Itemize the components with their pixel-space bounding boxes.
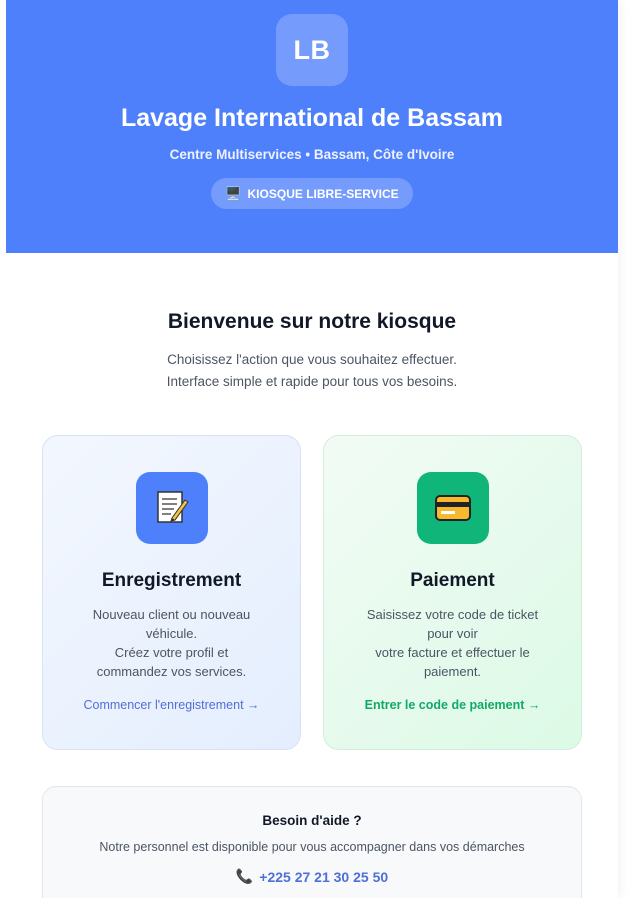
registration-title: Enregistrement	[101, 570, 242, 591]
business-subtitle: Centre Multiservices • Bassam, Côte d'Iv…	[169, 147, 455, 162]
registration-description: Nouveau client ou nouveau véhicule. Crée…	[43, 605, 300, 681]
phone-contact[interactable]: 📞 +225 27 21 30 25 50	[236, 868, 388, 885]
business-title: Lavage International de Bassam	[120, 104, 504, 132]
memo-icon	[135, 472, 208, 544]
kiosk-badge-label: KIOSQUE LIBRE-SERVICE	[247, 186, 399, 201]
header-banner: LB Lavage International de Bassam Centre…	[6, 0, 618, 253]
welcome-text: Choisissez l'action que vous souhaitez e…	[6, 349, 618, 393]
enter-payment-code-link[interactable]: Entrer le code de paiement →	[324, 698, 581, 712]
registration-desc-line: commandez vos services.	[96, 664, 247, 679]
help-box: Besoin d'aide ? Notre personnel est disp…	[42, 786, 582, 898]
welcome-heading: Bienvenue sur notre kiosque	[167, 310, 457, 333]
kiosk-page: LB Lavage International de Bassam Centre…	[6, 0, 618, 898]
monitor-icon: 🖥️	[225, 185, 242, 201]
kiosk-badge: 🖥️ KIOSQUE LIBRE-SERVICE	[211, 178, 413, 209]
telephone-icon: 📞	[235, 868, 254, 884]
registration-desc-line: Nouveau client ou nouveau	[92, 607, 251, 622]
payment-desc-line: votre facture et effectuer le	[375, 645, 530, 660]
registration-desc-line: véhicule.	[145, 626, 198, 641]
start-registration-link[interactable]: Commencer l'enregistrement →	[43, 698, 300, 712]
credit-card-icon	[416, 472, 489, 544]
welcome-line-2: Interface simple et rapide pour tous vos…	[166, 374, 458, 389]
help-text: Notre personnel est disponible pour vous…	[99, 840, 525, 854]
payment-title: Paiement	[410, 570, 495, 591]
payment-desc-line: paiement.	[423, 664, 482, 679]
payment-description: Saisissez votre code de ticket pour voir…	[324, 605, 581, 681]
action-cards: Enregistrement Nouveau client ou nouveau…	[42, 435, 618, 750]
registration-desc-line: Créez votre profil et	[114, 645, 229, 660]
phone-number[interactable]: +225 27 21 30 25 50	[259, 869, 388, 885]
registration-card[interactable]: Enregistrement Nouveau client ou nouveau…	[42, 435, 301, 750]
logo: LB	[276, 14, 348, 86]
payment-desc-line: Saisissez votre code de ticket	[366, 607, 539, 622]
welcome-section: Bienvenue sur notre kiosque Choisissez l…	[6, 310, 618, 393]
payment-card[interactable]: Paiement Saisissez votre code de ticket …	[323, 435, 582, 750]
payment-desc-line: pour voir	[427, 626, 478, 641]
help-title: Besoin d'aide ?	[262, 813, 362, 828]
welcome-line-1: Choisissez l'action que vous souhaitez e…	[167, 352, 457, 367]
